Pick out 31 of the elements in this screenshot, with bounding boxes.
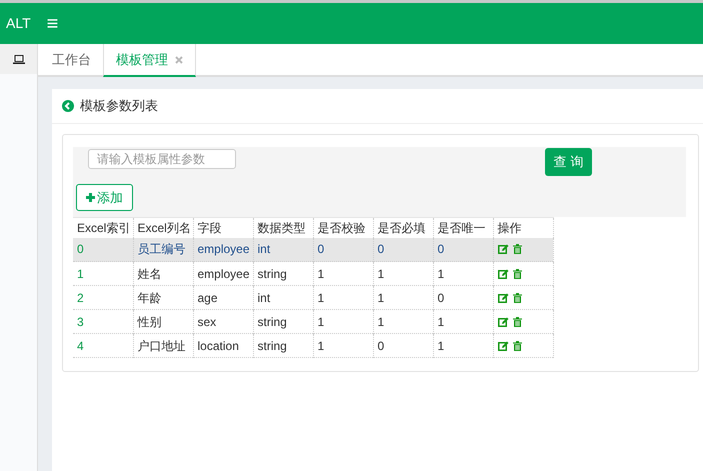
search-field[interactable]: 请输入模板属性参数 <box>88 149 236 169</box>
edit-icon[interactable] <box>498 292 508 302</box>
table-row[interactable]: 3 性别 sex string 1 1 1 <box>73 310 553 334</box>
trash-icon[interactable] <box>512 268 522 278</box>
table-row[interactable]: 0 员工编号 employee int 0 0 0 <box>73 238 553 262</box>
sidebar-item[interactable] <box>0 44 37 74</box>
table-row[interactable]: 1 姓名 employee string 1 1 1 <box>73 262 553 286</box>
edit-icon[interactable] <box>498 316 508 326</box>
trash-icon[interactable] <box>512 244 522 254</box>
table-cell: 4 <box>73 334 133 358</box>
table-cell: 0 <box>373 334 433 358</box>
trash-icon[interactable] <box>512 316 522 326</box>
edit-icon[interactable] <box>498 244 508 254</box>
back-icon[interactable] <box>62 100 74 112</box>
laptop-icon <box>12 54 24 64</box>
plus-icon <box>86 193 95 202</box>
table-row[interactable]: 4 户口地址 location string 1 0 1 <box>73 334 553 358</box>
table-cell: string <box>253 334 313 358</box>
trash-icon[interactable] <box>512 292 522 302</box>
edit-icon[interactable] <box>498 268 508 278</box>
trash-icon[interactable] <box>512 340 522 350</box>
panel-title: 模板参数列表 <box>80 97 158 116</box>
edit-icon[interactable] <box>498 340 508 350</box>
tab[interactable]: 工作台 <box>40 44 103 75</box>
logo: ALT <box>6 14 31 33</box>
close-icon[interactable] <box>175 56 183 64</box>
table-cell: 1 <box>313 334 373 358</box>
table-cell: 1 <box>433 334 493 358</box>
table-cell: location <box>193 334 253 358</box>
table-cell: 户口地址 <box>133 334 193 358</box>
table-row[interactable]: 2 年龄 age int 1 1 0 <box>73 286 553 310</box>
